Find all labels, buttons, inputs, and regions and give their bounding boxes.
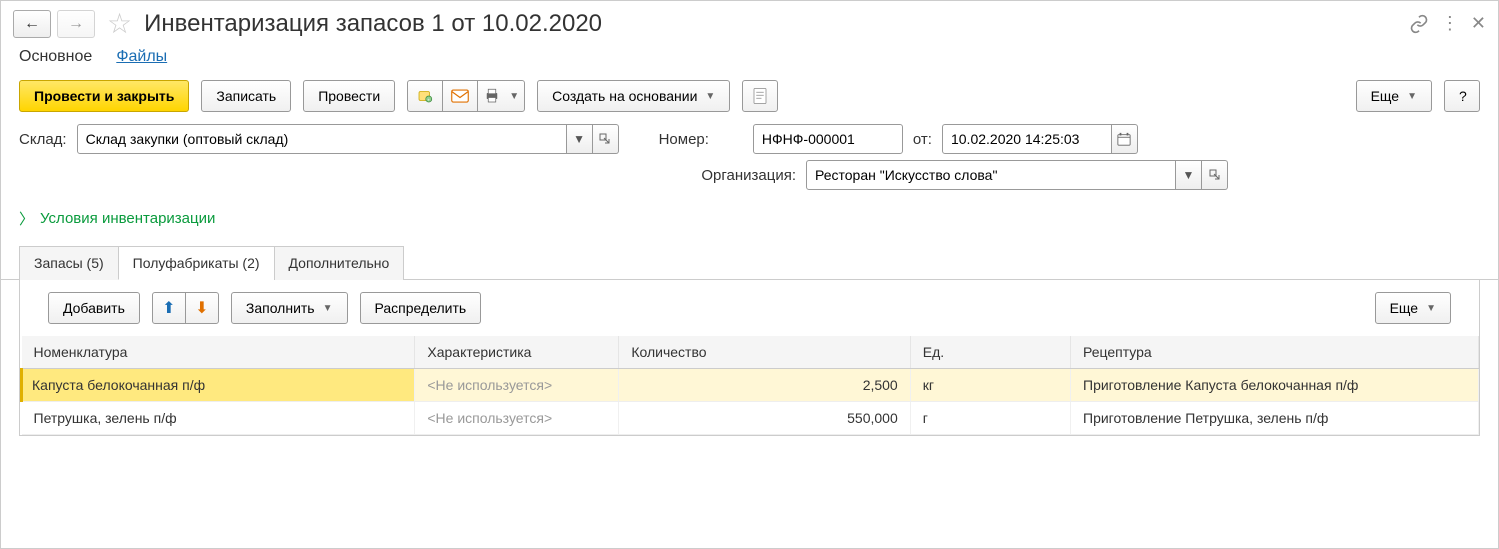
nav-back-button[interactable]: ← — [13, 10, 51, 38]
table-more-button[interactable]: Еще ▼ — [1375, 292, 1451, 324]
warehouse-input[interactable] — [77, 124, 567, 154]
table-row[interactable]: Петрушка, зелень п/ф <Не используется> 5… — [22, 402, 1479, 435]
tab-additional[interactable]: Дополнительно — [274, 246, 405, 280]
more-icon[interactable]: ⋮ — [1441, 13, 1459, 34]
date-label: от: — [913, 131, 932, 148]
org-open-button[interactable] — [1202, 160, 1228, 190]
warehouse-dropdown-button[interactable]: ▼ — [567, 124, 593, 154]
move-down-button[interactable]: ⬇ — [185, 292, 219, 324]
post-and-close-button[interactable]: Провести и закрыть — [19, 80, 189, 112]
nav-forward-button[interactable]: → — [57, 10, 95, 38]
warehouse-label: Склад: — [19, 131, 67, 148]
col-nomenclature[interactable]: Номенклатура — [22, 336, 415, 369]
col-characteristic[interactable]: Характеристика — [415, 336, 619, 369]
tab-semifinished[interactable]: Полуфабрикаты (2) — [118, 246, 275, 280]
page-title: Инвентаризация запасов 1 от 10.02.2020 — [144, 10, 602, 38]
calendar-button[interactable] — [1112, 124, 1138, 154]
tab-main[interactable]: Основное — [19, 48, 92, 66]
chevron-right-icon: 〉 — [19, 208, 34, 229]
help-button[interactable]: ? — [1444, 80, 1480, 112]
col-recipe[interactable]: Рецептура — [1071, 336, 1479, 369]
col-unit[interactable]: Ед. — [910, 336, 1070, 369]
chevron-down-icon: ▼ — [509, 91, 519, 102]
link-icon[interactable] — [1409, 14, 1429, 34]
conditions-expander[interactable]: 〉 Условия инвентаризации — [1, 204, 1498, 245]
save-button[interactable]: Записать — [201, 80, 291, 112]
date-input[interactable] — [942, 124, 1112, 154]
items-table: Номенклатура Характеристика Количество Е… — [20, 336, 1479, 435]
chevron-down-icon: ▼ — [705, 91, 715, 102]
print-button[interactable]: ▼ — [477, 80, 525, 112]
report-button[interactable] — [742, 80, 778, 112]
fill-button[interactable]: Заполнить ▼ — [231, 292, 348, 324]
move-up-button[interactable]: ⬆ — [152, 292, 186, 324]
org-input[interactable] — [806, 160, 1176, 190]
tab-stocks[interactable]: Запасы (5) — [19, 246, 119, 280]
email-button[interactable] — [442, 80, 478, 112]
org-label: Организация: — [701, 167, 796, 184]
create-based-on-button[interactable]: Создать на основании ▼ — [537, 80, 730, 112]
favorite-star-icon[interactable]: ☆ — [107, 7, 132, 40]
add-row-button[interactable]: Добавить — [48, 292, 140, 324]
post-button[interactable]: Провести — [303, 80, 395, 112]
number-label: Номер: — [659, 131, 709, 148]
close-icon[interactable]: ✕ — [1471, 13, 1486, 34]
chevron-down-icon: ▼ — [323, 303, 333, 314]
more-button[interactable]: Еще ▼ — [1356, 80, 1432, 112]
number-input[interactable] — [753, 124, 903, 154]
chevron-down-icon: ▼ — [1407, 91, 1417, 102]
col-qty[interactable]: Количество — [619, 336, 910, 369]
table-row[interactable]: Капуста белокочанная п/ф <Не используетс… — [22, 369, 1479, 402]
org-dropdown-button[interactable]: ▼ — [1176, 160, 1202, 190]
attach-button[interactable]: + — [407, 80, 443, 112]
svg-text:+: + — [428, 97, 431, 102]
chevron-down-icon: ▼ — [1426, 303, 1436, 314]
warehouse-open-button[interactable] — [593, 124, 619, 154]
distribute-button[interactable]: Распределить — [360, 292, 482, 324]
tab-files[interactable]: Файлы — [116, 48, 167, 66]
